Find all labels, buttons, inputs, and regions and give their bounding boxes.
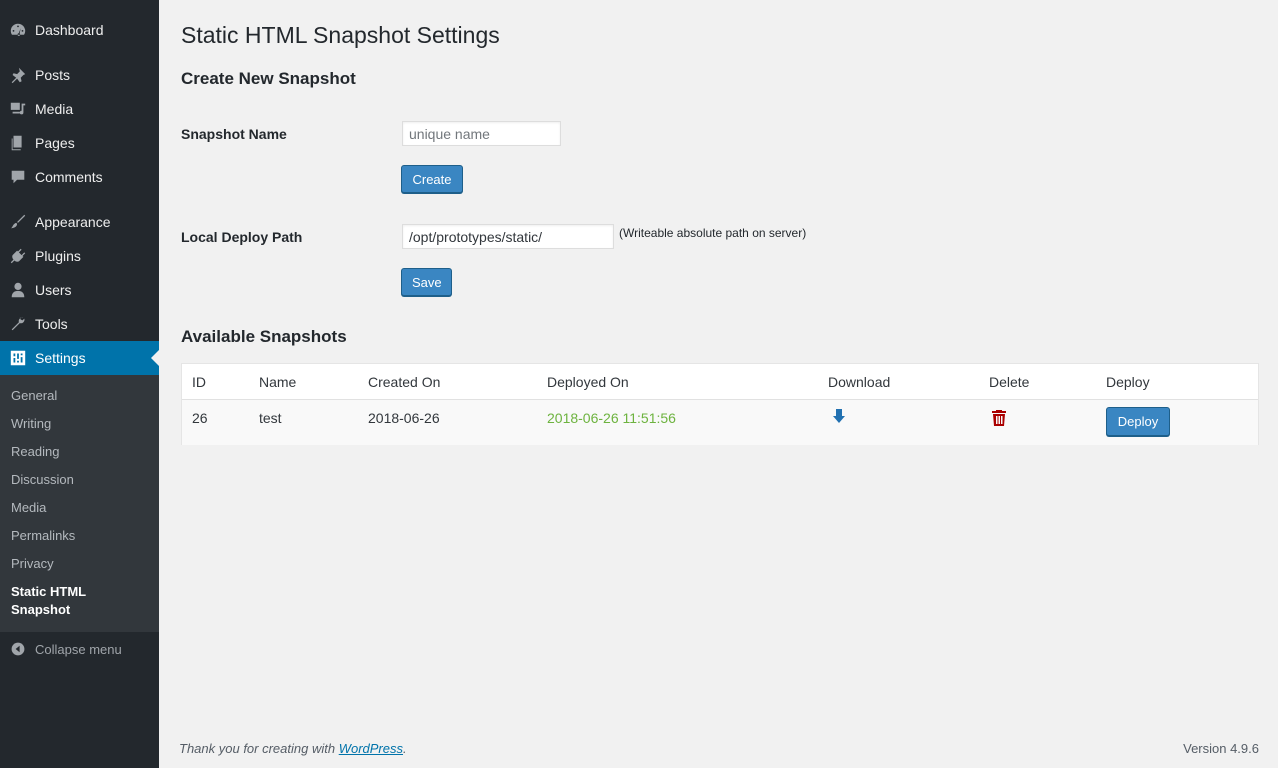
menu-label: Plugins — [35, 248, 81, 264]
pages-icon — [8, 133, 28, 153]
page-title: Static HTML Snapshot Settings — [181, 22, 500, 48]
col-header-deployed-on: Deployed On — [547, 374, 629, 390]
menu-label: Appearance — [35, 214, 111, 230]
save-button[interactable]: Save — [401, 268, 452, 296]
snapshot-name-label: Snapshot Name — [181, 126, 287, 142]
cell-deployed-on: 2018-06-26 11:51:56 — [547, 410, 676, 426]
collapse-label: Collapse menu — [35, 641, 122, 657]
admin-sidebar: Dashboard Posts Media Pages Comments App… — [0, 0, 159, 768]
col-header-deploy: Deploy — [1106, 374, 1150, 390]
deploy-path-input[interactable] — [402, 224, 614, 249]
create-button[interactable]: Create — [401, 165, 463, 193]
submenu-item-writing[interactable]: Writing — [11, 415, 51, 433]
footer-credit-text: Thank you for creating with — [179, 741, 339, 756]
submenu-item-reading[interactable]: Reading — [11, 443, 59, 461]
menu-label: Settings — [35, 350, 86, 366]
menu-item-plugins[interactable]: Plugins — [0, 239, 159, 273]
menu-label: Media — [35, 101, 74, 117]
table-row: 26 test 2018-06-26 2018-06-26 11:51:56 D… — [182, 400, 1258, 445]
menu-label: Comments — [35, 169, 103, 185]
plugin-icon — [8, 246, 28, 266]
version-text: Version 4.9.6 — [1183, 741, 1259, 756]
menu-item-media[interactable]: Media — [0, 92, 159, 126]
menu-item-pages[interactable]: Pages — [0, 126, 159, 160]
user-icon — [8, 280, 28, 300]
menu-label: Tools — [35, 316, 68, 332]
menu-label: Pages — [35, 135, 75, 151]
table-header: ID Name Created On Deployed On Download … — [182, 364, 1258, 400]
pin-icon — [8, 65, 28, 85]
deploy-button[interactable]: Deploy — [1106, 407, 1170, 436]
cell-id: 26 — [192, 410, 208, 426]
submenu-item-privacy[interactable]: Privacy — [11, 555, 54, 573]
available-snapshots-heading: Available Snapshots — [181, 327, 347, 346]
menu-item-settings[interactable]: Settings — [0, 341, 159, 375]
snapshots-table: ID Name Created On Deployed On Download … — [181, 363, 1259, 445]
menu-label: Users — [35, 282, 72, 298]
menu-item-tools[interactable]: Tools — [0, 307, 159, 341]
col-header-id: ID — [192, 374, 206, 390]
menu-item-appearance[interactable]: Appearance — [0, 205, 159, 239]
submenu-item-discussion[interactable]: Discussion — [11, 471, 74, 489]
download-icon[interactable] — [832, 409, 846, 428]
col-header-created-on: Created On — [368, 374, 441, 390]
media-icon — [8, 99, 28, 119]
wordpress-link[interactable]: WordPress — [339, 741, 403, 756]
col-header-download: Download — [828, 374, 891, 390]
cell-created-on: 2018-06-26 — [368, 410, 440, 426]
comment-icon — [8, 167, 28, 187]
menu-item-users[interactable]: Users — [0, 273, 159, 307]
submenu-item-media[interactable]: Media — [11, 499, 46, 517]
menu-label: Posts — [35, 67, 71, 83]
settings-icon — [8, 348, 28, 368]
menu-item-dashboard[interactable]: Dashboard — [0, 13, 159, 47]
menu-item-posts[interactable]: Posts — [0, 58, 159, 92]
submenu-item-static-html-snapshot[interactable]: Static HTML Snapshot — [11, 583, 131, 619]
brush-icon — [8, 212, 28, 232]
menu-label: Dashboard — [35, 22, 104, 38]
trash-icon[interactable] — [992, 410, 1006, 429]
settings-submenu: General Writing Reading Discussion Media… — [0, 375, 159, 632]
deploy-path-label: Local Deploy Path — [181, 229, 303, 245]
dashboard-icon — [8, 20, 28, 40]
collapse-menu-button[interactable]: Collapse menu — [0, 632, 159, 666]
footer-credit: Thank you for creating with WordPress. — [179, 741, 407, 756]
cell-name: test — [259, 410, 282, 426]
wrench-icon — [8, 314, 28, 334]
submenu-item-general[interactable]: General — [11, 387, 57, 405]
submenu-item-permalinks[interactable]: Permalinks — [11, 527, 75, 545]
menu-item-comments[interactable]: Comments — [0, 160, 159, 194]
col-header-name: Name — [259, 374, 297, 390]
snapshot-name-input[interactable] — [402, 121, 561, 146]
col-header-delete: Delete — [989, 374, 1030, 390]
collapse-arrow-icon — [8, 639, 28, 659]
deploy-path-hint: (Writeable absolute path on server) — [619, 226, 807, 240]
create-snapshot-heading: Create New Snapshot — [181, 69, 356, 88]
footer-credit-suffix: . — [403, 741, 407, 756]
